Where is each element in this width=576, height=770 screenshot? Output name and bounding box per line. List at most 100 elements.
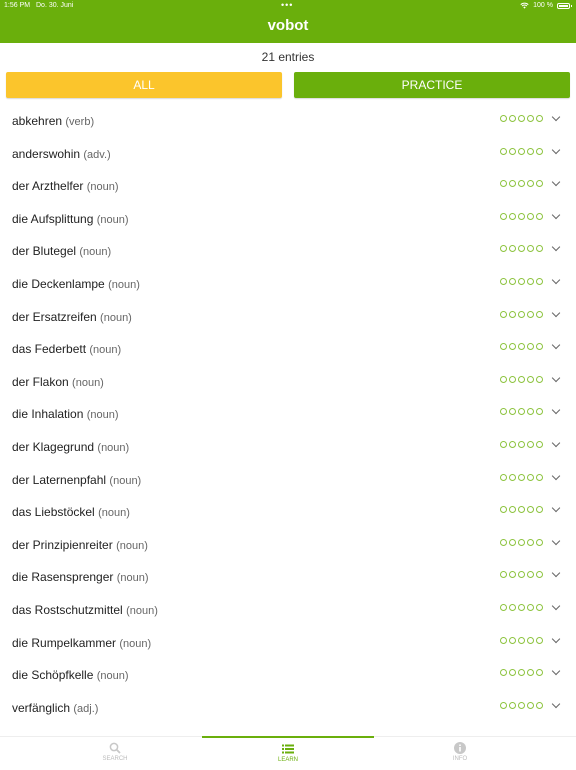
- list-item[interactable]: der Arzthelfer (noun): [0, 169, 576, 202]
- progress-circle-icon: [536, 603, 543, 611]
- progress-circle-icon: [500, 180, 507, 188]
- progress-circle-icon: [509, 408, 516, 416]
- entries-list: abkehren (verb) anderswohin (adv.) der Arz…: [0, 104, 576, 723]
- chevron-down-icon[interactable]: [551, 471, 561, 480]
- progress-circle-icon: [536, 506, 543, 514]
- list-item[interactable]: das Liebstöckel (noun): [0, 495, 576, 528]
- entry-word-text: die Aufsplittung: [12, 211, 94, 226]
- list-item[interactable]: das Federbett (noun): [0, 332, 576, 365]
- entry-word-text: das Rostschutzmittel: [12, 602, 123, 617]
- progress-circle-icon: [509, 115, 516, 122]
- tab-info[interactable]: INFO: [374, 737, 546, 769]
- entry-word-text: der Prinzipienreiter: [12, 537, 113, 552]
- progress-circles: [500, 473, 543, 481]
- progress-circle-icon: [509, 180, 516, 188]
- entry-word-text: anderswohin: [12, 146, 81, 161]
- progress-circle-icon: [509, 538, 516, 546]
- status-time: 1:56 PM: [4, 2, 31, 9]
- entry-pos: (noun): [86, 181, 119, 194]
- list-item[interactable]: der Ersatzreifen (noun): [0, 300, 576, 333]
- list-item[interactable]: die Schöpfkelle (noun): [0, 658, 576, 691]
- progress-circles: [500, 180, 543, 188]
- tab-learn[interactable]: LEARN: [202, 736, 374, 770]
- progress-circle-icon: [518, 603, 525, 611]
- progress-circle-icon: [509, 440, 516, 448]
- progress-circle-icon: [536, 343, 543, 351]
- chevron-down-icon[interactable]: [551, 569, 561, 578]
- chevron-down-icon[interactable]: [551, 373, 561, 382]
- entry-word-text: der Laternenpfahl: [12, 472, 107, 487]
- chevron-down-icon[interactable]: [551, 177, 561, 187]
- entry-word-text: der Blutegel: [12, 244, 77, 259]
- progress-circles: [500, 245, 543, 253]
- list-item[interactable]: der Laternenpfahl (noun): [0, 463, 576, 496]
- progress-circles: [500, 701, 543, 709]
- list-item[interactable]: die Rasensprenger (noun): [0, 560, 576, 593]
- entry-word-text: der Flakon: [12, 374, 69, 389]
- progress-circle-icon: [509, 701, 516, 709]
- chevron-down-icon[interactable]: [551, 275, 561, 285]
- entry-pos: (noun): [108, 278, 140, 291]
- entry-word-text: der Ersatzreifen: [12, 309, 97, 324]
- chevron-down-icon[interactable]: [551, 243, 561, 252]
- entry-word-text: die Inhalation: [12, 407, 84, 422]
- entry-word-text: das Liebstöckel: [12, 505, 95, 520]
- progress-circle-icon: [509, 277, 516, 285]
- progress-circle-icon: [500, 440, 507, 448]
- app-title: vobot: [267, 17, 309, 34]
- progress-circle-icon: [509, 603, 516, 611]
- list-item[interactable]: das Rostschutzmittel (noun): [0, 593, 576, 626]
- progress-circle-icon: [500, 375, 507, 383]
- entry-word-text: der Klagegrund: [12, 439, 95, 454]
- progress-circle-icon: [536, 115, 543, 122]
- list-item[interactable]: die Inhalation (noun): [0, 397, 576, 430]
- practice-button[interactable]: PRACTICE: [294, 72, 570, 98]
- list-item[interactable]: anderswohin (adv.): [0, 137, 576, 170]
- entry-word: das Liebstöckel (noun): [12, 505, 130, 519]
- entry-word: abkehren (verb): [12, 114, 94, 128]
- progress-circle-icon: [527, 669, 534, 677]
- chevron-down-icon[interactable]: [551, 112, 561, 122]
- list-item[interactable]: verfänglich (adj.): [0, 691, 576, 724]
- progress-circle-icon: [500, 636, 507, 644]
- list-icon: [282, 744, 294, 754]
- chevron-down-icon[interactable]: [551, 699, 561, 708]
- chevron-down-icon[interactable]: [551, 601, 561, 611]
- progress-circle-icon: [536, 571, 543, 579]
- entry-word: der Klagegrund (noun): [12, 440, 129, 454]
- chevron-down-icon[interactable]: [551, 634, 561, 643]
- info-icon: [454, 742, 466, 754]
- progress-circles: [500, 310, 543, 318]
- chevron-down-icon[interactable]: [551, 536, 561, 545]
- chevron-down-icon[interactable]: [551, 308, 561, 317]
- tab-info-label: INFO: [452, 756, 468, 762]
- chevron-down-icon[interactable]: [551, 340, 561, 350]
- chevron-down-icon[interactable]: [551, 438, 561, 448]
- chevron-down-icon[interactable]: [551, 666, 561, 676]
- entry-pos: (noun): [119, 637, 152, 650]
- entry-word: der Laternenpfahl (noun): [12, 473, 141, 487]
- status-bar: 1:56 PM Do. 30. Juni ••• 100 %: [0, 0, 576, 13]
- search-icon: [109, 742, 121, 754]
- chevron-down-icon[interactable]: [551, 210, 561, 220]
- chevron-down-icon[interactable]: [551, 503, 561, 513]
- list-item[interactable]: der Prinzipienreiter (noun): [0, 528, 576, 561]
- list-item[interactable]: der Klagegrund (noun): [0, 430, 576, 463]
- all-button[interactable]: ALL: [6, 72, 282, 98]
- progress-circle-icon: [509, 636, 516, 644]
- list-item[interactable]: die Rumpelkammer (noun): [0, 626, 576, 659]
- multitasking-dots[interactable]: •••: [281, 0, 293, 10]
- tab-search[interactable]: SEARCH: [29, 737, 201, 769]
- progress-circles: [500, 440, 543, 448]
- list-item[interactable]: der Blutegel (noun): [0, 234, 576, 267]
- list-item[interactable]: die Aufsplittung (noun): [0, 202, 576, 235]
- entry-word-text: die Schöpfkelle: [12, 668, 94, 683]
- progress-circle-icon: [500, 506, 507, 514]
- list-item[interactable]: der Flakon (noun): [0, 365, 576, 398]
- chevron-down-icon[interactable]: [551, 145, 561, 154]
- chevron-down-icon[interactable]: [551, 406, 561, 415]
- progress-circles: [500, 669, 543, 677]
- progress-circle-icon: [536, 277, 543, 285]
- list-item[interactable]: die Deckenlampe (noun): [0, 267, 576, 300]
- list-item[interactable]: abkehren (verb): [0, 104, 576, 137]
